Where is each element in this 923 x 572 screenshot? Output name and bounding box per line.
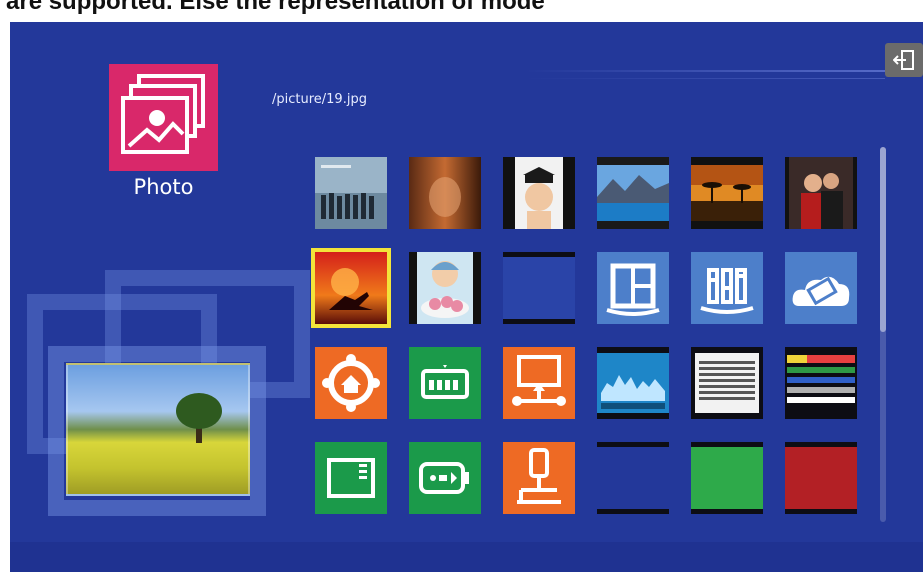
file-path: /picture/19.jpg bbox=[272, 92, 367, 107]
header-divider bbox=[525, 70, 885, 72]
usb-drive-icon-glyph bbox=[419, 462, 469, 494]
document-caption: are supported. Else the representation o… bbox=[0, 0, 923, 22]
thumb-band-photo-image bbox=[315, 157, 387, 229]
usb-network-icon-glyph bbox=[517, 448, 561, 504]
photo-gallery-icon bbox=[121, 74, 205, 154]
thumb-mountain-lake-photo-image bbox=[597, 157, 669, 229]
thumb-test-pattern[interactable] bbox=[691, 347, 763, 419]
media-cloud-app-icon[interactable] bbox=[785, 252, 857, 324]
layout-app-icon[interactable] bbox=[597, 252, 669, 324]
scrollbar-thumb[interactable] bbox=[880, 147, 886, 332]
thumb-test-pattern-image bbox=[691, 347, 763, 419]
thumb-sunset-photo[interactable] bbox=[691, 157, 763, 229]
thumb-solid-blue[interactable] bbox=[597, 442, 669, 514]
thumb-color-bars-image bbox=[785, 347, 857, 419]
sd-card-icon[interactable] bbox=[315, 442, 387, 514]
preview-tree-canopy bbox=[176, 393, 222, 429]
usb-network-icon[interactable] bbox=[503, 442, 575, 514]
thumb-blurred-photo[interactable] bbox=[409, 157, 481, 229]
usb-drive-icon[interactable] bbox=[409, 442, 481, 514]
equalizer-app-icon-glyph bbox=[700, 268, 754, 314]
network-presentation-icon-glyph bbox=[512, 355, 566, 406]
thumb-audio-waveform-image bbox=[597, 347, 669, 419]
thumb-couple-photo-image bbox=[785, 157, 857, 229]
thumb-child-cupcakes-photo-image bbox=[409, 252, 481, 324]
exit-button[interactable] bbox=[885, 43, 923, 77]
thumb-mountain-lake-photo[interactable] bbox=[597, 157, 669, 229]
header-divider-secondary bbox=[525, 78, 885, 79]
layout-app-icon-glyph bbox=[606, 263, 660, 316]
thumb-solid-green[interactable] bbox=[691, 442, 763, 514]
photo-app-icon bbox=[109, 64, 218, 171]
thumb-solid-red[interactable] bbox=[785, 442, 857, 514]
thumb-band-photo[interactable] bbox=[315, 157, 387, 229]
thumb-silhouette-photo[interactable] bbox=[311, 248, 391, 328]
network-presentation-icon[interactable] bbox=[503, 347, 575, 419]
sd-card-icon-glyph bbox=[327, 458, 375, 498]
home-network-icon[interactable] bbox=[315, 347, 387, 419]
media-cloud-app-icon-glyph bbox=[792, 276, 850, 306]
thumb-child-cupcakes-photo[interactable] bbox=[409, 252, 481, 324]
thumb-blank-photo-image bbox=[503, 252, 575, 324]
caption-text: are supported. Else the representation o… bbox=[6, 0, 545, 15]
equalizer-app-icon[interactable] bbox=[691, 252, 763, 324]
thumb-sunset-photo-image bbox=[691, 157, 763, 229]
memory-card-icon[interactable] bbox=[409, 347, 481, 419]
thumb-baby-photo[interactable] bbox=[503, 157, 575, 229]
thumb-audio-waveform[interactable] bbox=[597, 347, 669, 419]
thumb-silhouette-photo-image bbox=[315, 252, 387, 324]
thumb-color-bars[interactable] bbox=[785, 347, 857, 419]
home-network-icon-glyph bbox=[322, 354, 380, 412]
thumb-blurred-photo-image bbox=[409, 157, 481, 229]
memory-card-icon-glyph bbox=[421, 365, 469, 399]
exit-icon bbox=[893, 50, 914, 70]
app-title: Photo bbox=[133, 175, 194, 199]
bottom-bar bbox=[10, 542, 923, 572]
photo-browser-screen: Photo /picture/19.jpg bbox=[10, 22, 923, 572]
thumb-couple-photo[interactable] bbox=[785, 157, 857, 229]
photo-preview bbox=[66, 363, 250, 496]
thumb-blank-photo[interactable] bbox=[503, 252, 575, 324]
thumb-baby-photo-image bbox=[503, 157, 575, 229]
